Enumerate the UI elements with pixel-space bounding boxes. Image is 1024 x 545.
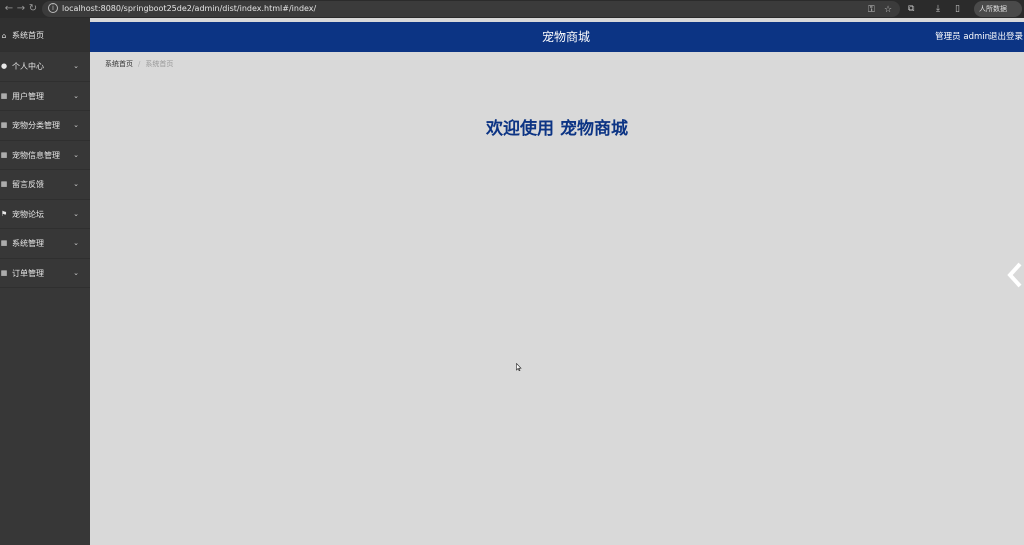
chevron-down-icon: ⌄ (73, 209, 79, 218)
breadcrumb-current: 系统首页 (145, 60, 174, 68)
top-header: 宠物商城 管理员 admin 退出登录 (90, 22, 1024, 52)
reload-icon[interactable]: ↻ (26, 2, 40, 16)
chevron-down-icon: ⌄ (73, 121, 79, 129)
chevron-down-icon: ⌄ (73, 91, 79, 100)
chevron-down-icon: ⌄ (73, 239, 79, 247)
logout-link[interactable]: 退出登录 (989, 22, 1023, 52)
sidebar-item-home[interactable]: ⌂ 系统首页 (0, 18, 90, 52)
sidebar-item-label: 系统首页 (12, 31, 44, 40)
sidebar-item-personal-center[interactable]: ● 个人中心 ⌄ (0, 52, 90, 82)
home-icon: ⌂ (1, 32, 7, 40)
sidebar-item-user-management[interactable]: ▦ 用户管理 ⌄ (0, 82, 90, 111)
grid-icon: ▦ (0, 180, 8, 188)
admin-label: 管理员 admin (935, 32, 990, 42)
grid-icon: ▦ (0, 121, 8, 129)
cursor-icon (516, 363, 522, 371)
sidebar-item-label: 系统管理 (12, 239, 44, 248)
sidebar-item-pet-forum[interactable]: ⚑ 宠物论坛 ⌄ (0, 200, 90, 229)
sidebar-item-label: 宠物分类管理 (12, 121, 60, 130)
sidebar-item-pet-info[interactable]: ▦ 宠物信息管理 ⌄ (0, 141, 90, 170)
extensions-icon[interactable]: ⧉ (908, 3, 914, 15)
chevron-down-icon: ⌄ (73, 180, 79, 188)
breadcrumb-separator: / (138, 60, 141, 68)
grid-icon: ▦ (0, 268, 8, 277)
sidebar-item-feedback[interactable]: ▦ 留言反馈 ⌄ (0, 170, 90, 200)
sidebar-item-system-management[interactable]: ▦ 系统管理 ⌄ (0, 229, 90, 259)
chevron-down-icon: ⌄ (73, 150, 79, 159)
breadcrumb-home[interactable]: 系统首页 (105, 60, 133, 68)
sidebar-item-label: 用户管理 (12, 91, 44, 101)
chevron-down-icon: ⌄ (73, 62, 79, 70)
flag-icon: ⚑ (0, 209, 8, 218)
sidebar-item-order-management[interactable]: ▦ 订单管理 ⌄ (0, 259, 90, 288)
chevron-down-icon: ⌄ (73, 268, 79, 277)
sidebar-item-label: 宠物信息管理 (12, 150, 60, 160)
grid-icon: ▦ (0, 150, 8, 159)
info-icon[interactable]: i (48, 3, 58, 13)
browser-toolbar: ← → ↻ i localhost:8080/springboot25de2/a… (0, 0, 1024, 18)
sidebar-item-label: 个人中心 (12, 62, 44, 71)
chevron-left-icon[interactable] (1003, 258, 1024, 292)
breadcrumb: 系统首页 / 系统首页 (105, 58, 173, 70)
sidebar-item-label: 订单管理 (12, 268, 44, 278)
sidebar-item-label: 留言反馈 (12, 180, 44, 189)
sidebar-item-pet-category[interactable]: ▦ 宠物分类管理 ⌄ (0, 111, 90, 141)
welcome-title: 欢迎使用 宠物商城 (486, 119, 628, 139)
profile-button[interactable]: 人所数据 (974, 1, 1022, 17)
sidepanel-icon[interactable]: ▯ (955, 3, 960, 15)
grid-icon: ▦ (0, 91, 8, 100)
site-title: 宠物商城 (541, 30, 590, 44)
sidebar-item-label: 宠物论坛 (12, 209, 44, 219)
download-icon[interactable]: ⤓ (936, 3, 940, 15)
address-bar[interactable]: i localhost:8080/springboot25de2/admin/d… (42, 1, 900, 17)
user-icon: ● (0, 62, 8, 70)
sidebar: ⌂ 系统首页 ● 个人中心 ⌄ ▦ 用户管理 ⌄ ▦ 宠物分类管理 ⌄ ▦ 宠物… (0, 18, 90, 545)
key-icon[interactable]: ⚿ (868, 4, 875, 16)
profile-label: 人所数据 (979, 5, 1007, 13)
star-icon[interactable]: ☆ (884, 4, 892, 16)
url-text[interactable]: localhost:8080/springboot25de2/admin/dis… (62, 2, 316, 16)
grid-icon: ▦ (0, 239, 8, 247)
